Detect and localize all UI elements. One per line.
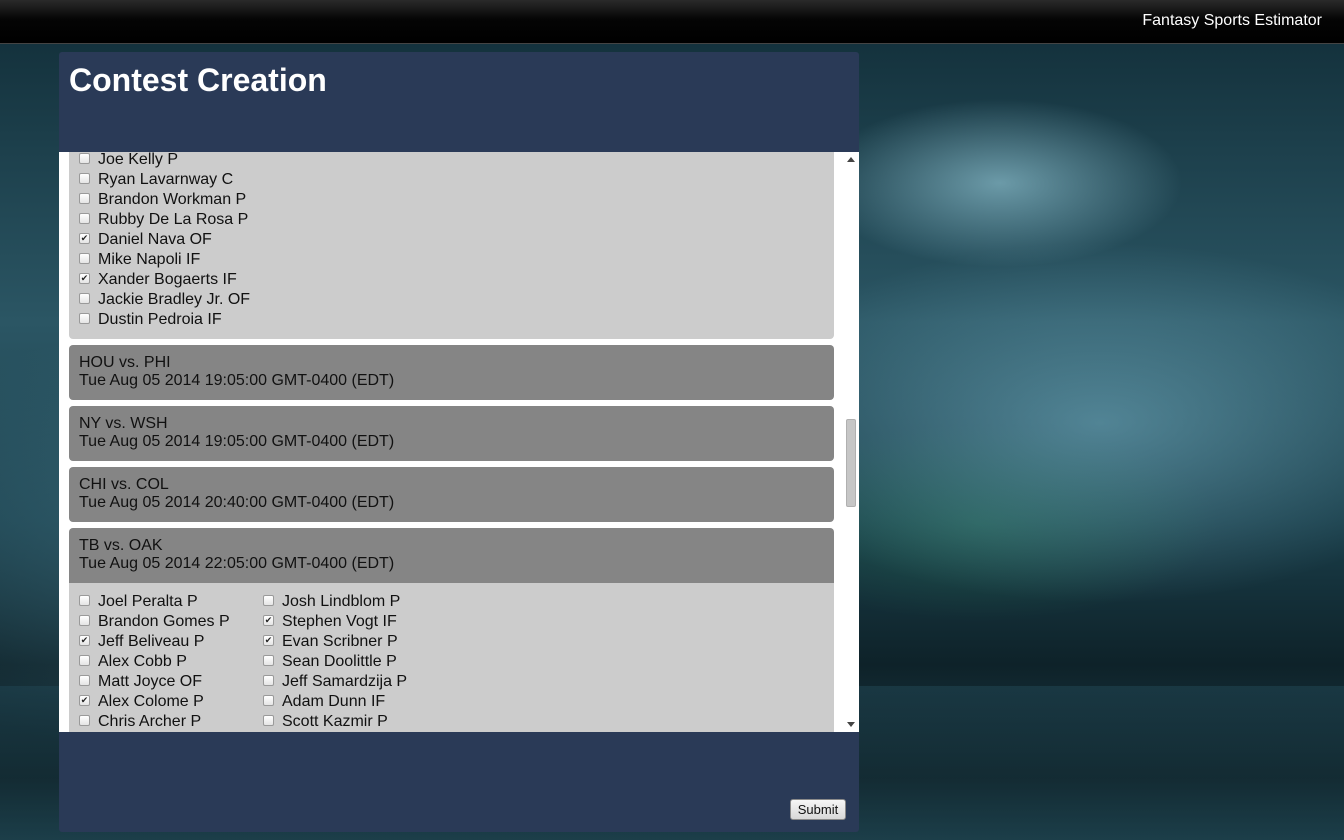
checkbox[interactable] [79,675,90,687]
player-label: Stephen Vogt IF [282,613,397,630]
checkbox[interactable]: ✔ [79,233,90,245]
checkbox[interactable] [79,595,90,607]
checkbox[interactable] [263,675,274,687]
game-time: Tue Aug 05 2014 20:40:00 GMT-0400 (EDT) [79,494,395,511]
checkbox[interactable] [79,153,90,165]
players-column: Joe Kelly P Ryan Lavarnway C Brandon Wor… [79,152,250,330]
player-label: Alex Colome P [98,693,204,710]
player-option[interactable]: Sean Doolittle P [263,652,407,672]
player-option[interactable]: ✔ Stephen Vogt IF [263,612,407,632]
player-label: Joel Peralta P [98,593,198,610]
checkbox[interactable] [79,655,90,667]
player-label: Adam Dunn IF [282,693,386,710]
checkbox[interactable] [79,313,90,325]
checkbox[interactable] [79,253,90,265]
checkbox[interactable] [79,193,90,205]
player-option[interactable]: Adam Dunn IF [263,692,407,712]
player-label: Ryan Lavarnway C [98,171,234,188]
player-option[interactable]: Scott Kazmir P [263,712,407,732]
player-label: Scott Kazmir P [282,713,388,730]
checkbox[interactable]: ✔ [79,635,90,647]
player-option[interactable]: Matt Joyce OF [79,672,230,692]
player-option[interactable]: Mike Napoli IF [79,250,250,270]
player-option[interactable]: Joe Kelly P [79,152,250,170]
checkbox[interactable]: ✔ [263,615,274,627]
contest-panel: Contest Creation Joe Kelly P Ryan Lavarn… [59,52,859,832]
player-option[interactable]: ✔ Daniel Nava OF [79,230,250,250]
checkbox[interactable] [79,615,90,627]
scroll-up-arrow-icon[interactable] [847,157,855,162]
players-box-red-sox: Joe Kelly P Ryan Lavarnway C Brandon Wor… [69,152,834,339]
player-label: Jackie Bradley Jr. OF [98,291,251,308]
game-matchup: TB vs. OAK [79,537,163,554]
player-label: Rubby De La Rosa P [98,211,249,228]
player-label: Brandon Gomes P [98,613,230,630]
checkbox[interactable] [79,173,90,185]
player-label: Sean Doolittle P [282,653,397,670]
players-column-left: Joel Peralta P Brandon Gomes P ✔ Jeff Bel… [79,592,230,732]
player-option[interactable]: Alex Cobb P [79,652,230,672]
player-label: Josh Lindblom P [282,593,401,610]
game-matchup: NY vs. WSH [79,415,168,432]
games-scroll-area[interactable]: Joe Kelly P Ryan Lavarnway C Brandon Wor… [59,152,859,732]
player-option[interactable]: ✔ Evan Scribner P [263,632,407,652]
player-label: Evan Scribner P [282,633,398,650]
player-label: Daniel Nava OF [98,231,212,248]
player-label: Jeff Beliveau P [98,633,205,650]
checkbox[interactable] [263,595,274,607]
player-option[interactable]: Dustin Pedroia IF [79,310,250,330]
game-header[interactable]: NY vs. WSH Tue Aug 05 2014 19:05:00 GMT-… [69,406,834,461]
player-option[interactable]: Brandon Gomes P [79,612,230,632]
game-time: Tue Aug 05 2014 19:05:00 GMT-0400 (EDT) [79,433,395,450]
player-label: Mike Napoli IF [98,251,201,268]
checkbox[interactable]: ✔ [79,273,90,285]
player-label: Dustin Pedroia IF [98,311,222,328]
player-label: Brandon Workman P [98,191,247,208]
games-list: Joe Kelly P Ryan Lavarnway C Brandon Wor… [69,152,834,732]
submit-button[interactable]: Submit [790,799,846,820]
game-matchup: CHI vs. COL [79,476,169,493]
checkbox[interactable] [263,695,274,707]
player-label: Matt Joyce OF [98,673,203,690]
checkbox[interactable] [79,715,90,727]
game-matchup: HOU vs. PHI [79,354,171,371]
player-option[interactable]: Chris Archer P [79,712,230,732]
game-time: Tue Aug 05 2014 19:05:00 GMT-0400 (EDT) [79,372,395,389]
scroll-down-arrow-icon[interactable] [847,722,855,727]
player-label: Xander Bogaerts IF [98,271,237,288]
player-option[interactable]: Jeff Samardzija P [263,672,407,692]
player-label: Joe Kelly P [98,152,179,168]
player-option[interactable]: Brandon Workman P [79,190,250,210]
game-time: Tue Aug 05 2014 22:05:00 GMT-0400 (EDT) [79,555,395,572]
checkbox[interactable] [79,213,90,225]
app-title: Fantasy Sports Estimator [1142,12,1322,29]
player-option[interactable]: Ryan Lavarnway C [79,170,250,190]
game-header[interactable]: HOU vs. PHI Tue Aug 05 2014 19:05:00 GMT… [69,345,834,400]
player-option[interactable]: Joel Peralta P [79,592,230,612]
checkbox[interactable] [263,655,274,667]
player-label: Jeff Samardzija P [282,673,408,690]
player-option[interactable]: ✔ Xander Bogaerts IF [79,270,250,290]
players-column-right: Josh Lindblom P ✔ Stephen Vogt IF ✔ Evan S… [263,592,407,732]
vertical-scrollbar[interactable] [844,152,859,732]
game-header[interactable]: CHI vs. COL Tue Aug 05 2014 20:40:00 GMT… [69,467,834,522]
scrollbar-thumb[interactable] [846,419,856,507]
player-option[interactable]: Jackie Bradley Jr. OF [79,290,250,310]
player-label: Alex Cobb P [98,653,187,670]
top-bar: Fantasy Sports Estimator [0,0,1344,44]
player-option[interactable]: Josh Lindblom P [263,592,407,612]
checkbox[interactable] [79,293,90,305]
page-title: Contest Creation [69,62,327,98]
players-box-tb-oak: Joel Peralta P Brandon Gomes P ✔ Jeff Bel… [69,583,834,732]
game-header[interactable]: TB vs. OAK Tue Aug 05 2014 22:05:00 GMT-… [69,528,834,583]
player-label: Chris Archer P [98,713,202,730]
player-option[interactable]: Rubby De La Rosa P [79,210,250,230]
player-option[interactable]: ✔ Jeff Beliveau P [79,632,230,652]
checkbox[interactable]: ✔ [79,695,90,707]
checkbox[interactable] [263,715,274,727]
player-option[interactable]: ✔ Alex Colome P [79,692,230,712]
checkbox[interactable]: ✔ [263,635,274,647]
